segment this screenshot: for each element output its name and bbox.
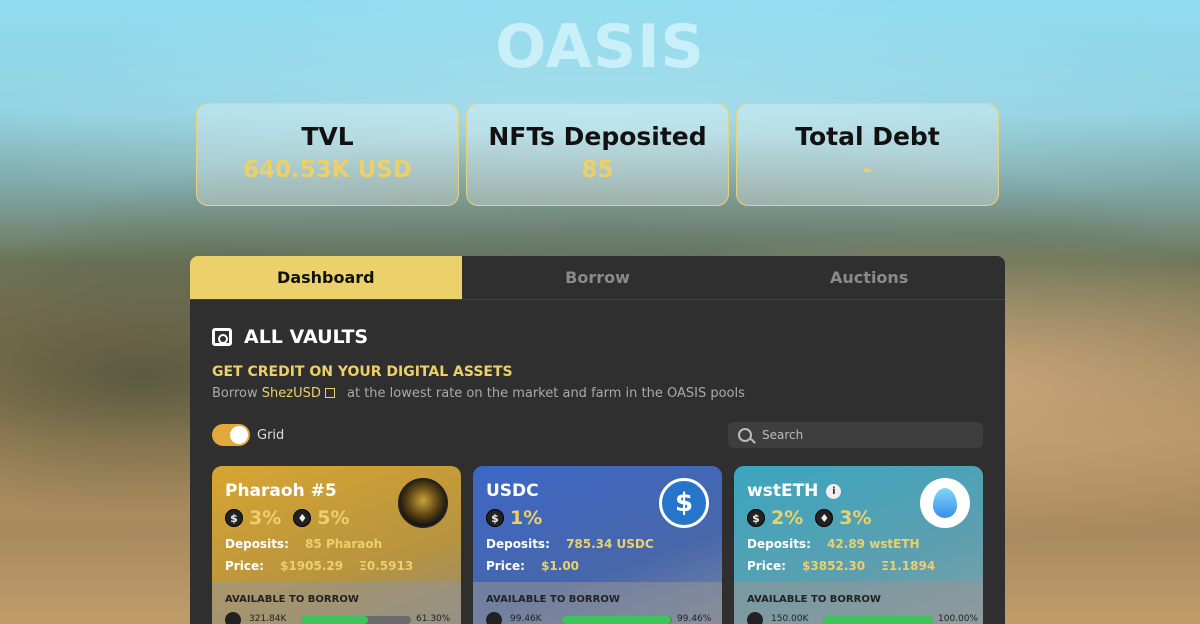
price-row: Price: $3852.30 Ξ1.1894 <box>747 559 935 573</box>
stat-value: - <box>862 157 873 183</box>
progress-fill <box>823 616 933 624</box>
available-label: AVAILABLE TO BORROW <box>486 594 620 605</box>
search-box <box>728 422 983 448</box>
price-row: Price: $1.00 <box>486 559 579 573</box>
available-percent: 61.30% <box>416 614 451 624</box>
deposits-value: 785.34 USDC <box>566 537 654 551</box>
deposits-row: Deposits: 42.89 wstETH <box>747 537 920 551</box>
vault-rates: $ 3% ♦ 5% <box>225 507 362 529</box>
available-amount: 321.84K <box>249 614 287 624</box>
shezusd-coin-icon <box>486 612 502 624</box>
tab-dashboard[interactable]: Dashboard <box>190 256 462 299</box>
price-label: Price: <box>225 559 264 573</box>
tab-borrow[interactable]: Borrow <box>462 256 734 299</box>
wsteth-logo-icon <box>920 478 970 528</box>
deposits-label: Deposits: <box>486 537 550 551</box>
drop-icon <box>933 488 957 518</box>
available-label: AVAILABLE TO BORROW <box>225 594 359 605</box>
vault-card-usdc[interactable]: USDC $ $ 1% Deposits: 785.34 USDC Price:… <box>473 466 722 624</box>
eth-coin-icon: ♦ <box>293 509 312 527</box>
app-logo: OASIS <box>495 12 705 82</box>
grid-toggle[interactable] <box>212 424 250 446</box>
shezusd-link[interactable]: ShezUSD <box>262 386 321 401</box>
vaults-header: ALL VAULTS <box>212 326 368 348</box>
stat-value: 85 <box>581 157 614 183</box>
stat-card-nfts-deposited: NFTs Deposited 85 <box>466 103 729 206</box>
progress-fill <box>562 616 672 624</box>
vault-name: wstETH <box>747 481 819 501</box>
shezusd-coin-icon <box>225 612 241 624</box>
vault-name: USDC <box>486 481 539 501</box>
credit-subtitle: Borrow ShezUSD at the lowest rate on the… <box>212 386 745 401</box>
price-usd: $1905.29 <box>280 559 344 573</box>
deposits-value: 42.89 wstETH <box>827 537 920 551</box>
nft-avatar <box>398 478 448 528</box>
available-section: AVAILABLE TO BORROW 321.84K 61.30% <box>212 582 461 624</box>
available-progress-bar <box>301 616 411 624</box>
eth-coin-icon: ♦ <box>815 509 834 527</box>
available-amount: 99.46K <box>510 614 542 624</box>
deposits-label: Deposits: <box>225 537 289 551</box>
available-progress-bar <box>823 616 933 624</box>
shezusd-coin-icon: $ <box>747 509 765 527</box>
rate-shezusd: 2% <box>771 507 804 529</box>
available-percent: 100.00% <box>938 614 979 624</box>
vault-name: Pharaoh #5 <box>225 481 337 501</box>
external-link-icon[interactable] <box>324 388 335 398</box>
vault-icon <box>212 328 232 346</box>
shezusd-coin-icon <box>747 612 763 624</box>
price-usd: $3852.30 <box>802 559 866 573</box>
price-label: Price: <box>747 559 786 573</box>
stat-card-tvl: TVL 640.53K USD <box>196 103 459 206</box>
tab-bar: Dashboard Borrow Auctions <box>190 256 1005 300</box>
deposits-value: 85 Pharaoh <box>305 537 383 551</box>
tab-auctions[interactable]: Auctions <box>733 256 1005 299</box>
price-eth: Ξ0.5913 <box>359 559 414 573</box>
rate-shezusd: 1% <box>510 507 543 529</box>
stat-card-total-debt: Total Debt - <box>736 103 999 206</box>
credit-suffix: at the lowest rate on the market and far… <box>347 386 745 401</box>
rate-shezusd: 3% <box>249 507 282 529</box>
search-icon <box>738 428 752 442</box>
vaults-title: ALL VAULTS <box>244 326 369 348</box>
vault-card-wsteth[interactable]: wstETH i $ 2% ♦ 3% Deposits: 42.89 wstETH… <box>734 466 983 624</box>
progress-fill <box>301 616 369 624</box>
available-section: AVAILABLE TO BORROW 150.00K 100.00% <box>734 582 983 624</box>
available-label: AVAILABLE TO BORROW <box>747 594 881 605</box>
info-icon[interactable]: i <box>826 484 842 499</box>
available-percent: 99.46% <box>677 614 712 624</box>
deposits-row: Deposits: 785.34 USDC <box>486 537 654 551</box>
price-usd: $1.00 <box>541 559 580 573</box>
price-row: Price: $1905.29 Ξ0.5913 <box>225 559 413 573</box>
price-label: Price: <box>486 559 525 573</box>
stat-value: 640.53K USD <box>243 157 412 183</box>
vault-rates: $ 2% ♦ 3% <box>747 507 884 529</box>
shezusd-coin-icon: $ <box>486 509 504 527</box>
grid-toggle-label: Grid <box>257 428 285 443</box>
stat-label: TVL <box>301 122 354 151</box>
vault-rates: $ 1% <box>486 507 554 529</box>
rate-eth: 3% <box>839 507 872 529</box>
credit-title: GET CREDIT ON YOUR DIGITAL ASSETS <box>212 364 513 380</box>
rate-eth: 5% <box>317 507 350 529</box>
main-panel: Dashboard Borrow Auctions ALL VAULTS GET… <box>190 256 1005 624</box>
vault-name-row: wstETH i <box>747 481 842 501</box>
shezusd-coin-icon: $ <box>225 509 243 527</box>
credit-prefix: Borrow <box>212 386 258 401</box>
search-input[interactable] <box>762 428 962 442</box>
stat-label: Total Debt <box>795 122 940 151</box>
stat-label: NFTs Deposited <box>488 122 707 151</box>
usdc-logo-icon: $ <box>659 478 709 528</box>
available-section: AVAILABLE TO BORROW 99.46K 99.46% <box>473 582 722 624</box>
available-progress-bar <box>562 616 672 624</box>
toggle-knob <box>230 426 248 444</box>
vault-card-pharaoh[interactable]: Pharaoh #5 $ 3% ♦ 5% Deposits: 85 Pharao… <box>212 466 461 624</box>
price-eth: Ξ1.1894 <box>881 559 936 573</box>
deposits-label: Deposits: <box>747 537 811 551</box>
deposits-row: Deposits: 85 Pharaoh <box>225 537 382 551</box>
available-amount: 150.00K <box>771 614 809 624</box>
